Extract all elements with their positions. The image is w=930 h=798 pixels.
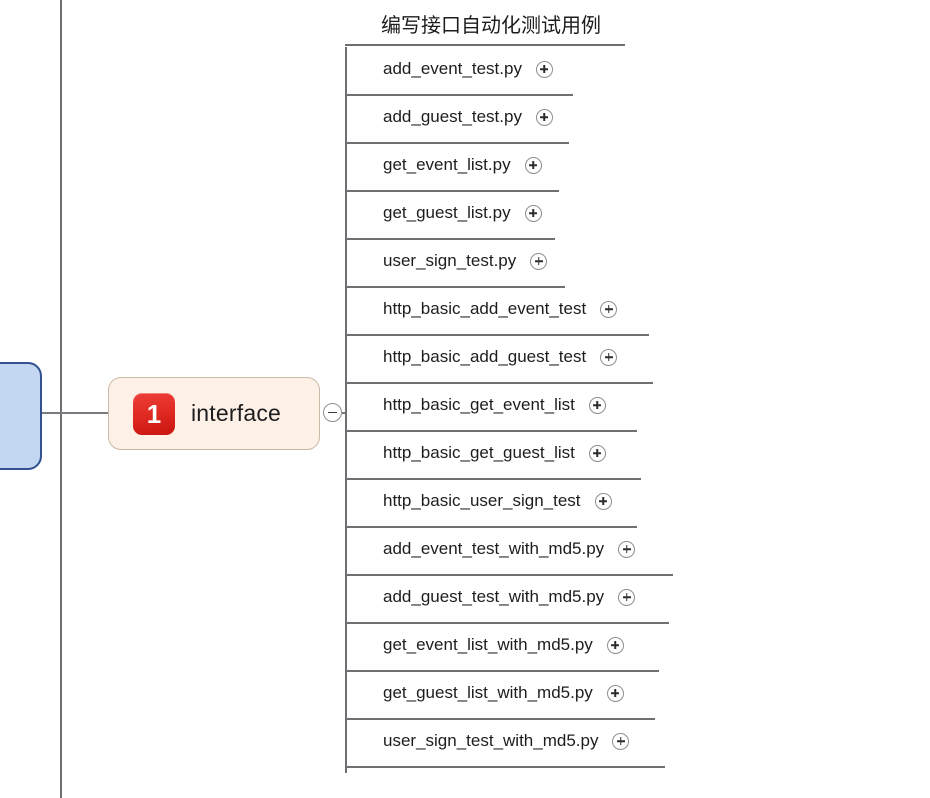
plus-bar-vertical	[620, 737, 622, 745]
list-item[interactable]: http_basic_user_sign_test	[345, 480, 930, 528]
list-item[interactable]: add_event_test_with_md5.py	[345, 528, 930, 576]
plus-bar-vertical	[538, 257, 540, 265]
list-item-label: get_guest_list.py	[383, 203, 511, 222]
plus-circle-icon[interactable]	[606, 636, 624, 654]
plus-circle-icon[interactable]	[588, 396, 606, 414]
list-item-label: add_event_test.py	[383, 59, 522, 78]
list-item-label: get_guest_list_with_md5.py	[383, 683, 593, 702]
list-item[interactable]: http_basic_add_event_test	[345, 288, 930, 336]
plus-circle-icon[interactable]	[612, 732, 630, 750]
list-item-row: user_sign_test_with_md5.py	[345, 726, 630, 756]
list-item-row: add_event_test.py	[345, 54, 553, 84]
plus-bar-vertical	[596, 449, 599, 457]
plus-circle-icon[interactable]	[606, 684, 624, 702]
plus-bar-vertical	[614, 689, 617, 697]
interface-node[interactable]: 1 interface	[108, 377, 320, 450]
plus-bar-vertical	[602, 497, 604, 505]
branch-title: 编写接口自动化测试用例	[381, 15, 601, 37]
list-item[interactable]: user_sign_test_with_md5.py	[345, 720, 930, 768]
plus-circle-icon[interactable]	[524, 156, 542, 174]
list-item-label: http_basic_get_guest_list	[383, 443, 575, 462]
plus-bar-vertical	[596, 401, 599, 409]
plus-circle-icon[interactable]	[618, 588, 636, 606]
plus-circle-icon[interactable]	[594, 492, 612, 510]
plus-circle-icon[interactable]	[535, 108, 553, 126]
list-item[interactable]: http_basic_add_guest_test	[345, 336, 930, 384]
list-item-label: get_event_list_with_md5.py	[383, 635, 593, 654]
plus-bar-vertical	[607, 353, 610, 361]
list-item-label: add_guest_test.py	[383, 107, 522, 126]
list-item-row: get_guest_list_with_md5.py	[345, 678, 624, 708]
list-item-row: add_event_test_with_md5.py	[345, 534, 636, 564]
list-item-label: http_basic_get_event_list	[383, 395, 575, 414]
list-item-label: http_basic_add_event_test	[383, 299, 587, 318]
interface-node-label: interface	[191, 400, 282, 426]
list-item-label: http_basic_user_sign_test	[383, 491, 581, 510]
priority-badge: 1	[133, 392, 175, 435]
list-item[interactable]: add_guest_test.py	[345, 96, 930, 144]
plus-circle-icon[interactable]	[618, 540, 636, 558]
minus-circle-icon[interactable]	[323, 403, 342, 422]
plus-bar-vertical	[543, 65, 546, 73]
plus-circle-icon[interactable]	[600, 348, 618, 366]
plus-bar-vertical	[625, 593, 628, 601]
list-item-label: add_event_test_with_md5.py	[383, 539, 605, 558]
branch-title-block: 编写接口自动化测试用例	[345, 11, 905, 46]
list-item-row: add_guest_test.py	[345, 102, 553, 132]
plus-circle-icon[interactable]	[600, 300, 618, 318]
mindmap-canvas: 1 interface 编写接口自动化测试用例 add_event_test.p…	[0, 0, 930, 798]
list-item-label: get_event_list.py	[383, 155, 511, 174]
list-item[interactable]: http_basic_get_event_list	[345, 384, 930, 432]
plus-bar-vertical	[625, 545, 628, 553]
list-item-rule	[345, 766, 665, 768]
plus-bar-vertical	[532, 209, 534, 217]
plus-circle-icon[interactable]	[524, 204, 542, 222]
list-item-label: add_guest_test_with_md5.py	[383, 587, 605, 606]
list-item-label: http_basic_add_guest_test	[383, 347, 587, 366]
list-item-row: http_basic_get_event_list	[345, 390, 606, 420]
list-item-row: user_sign_test.py	[345, 246, 548, 276]
plus-circle-icon[interactable]	[535, 60, 553, 78]
parent-node[interactable]	[0, 362, 42, 470]
branch-item-list: add_event_test.py add_guest_test.py get_ev…	[345, 48, 930, 768]
list-item-row: get_event_list.py	[345, 150, 542, 180]
list-item[interactable]: user_sign_test.py	[345, 240, 930, 288]
plus-circle-icon[interactable]	[588, 444, 606, 462]
list-item[interactable]: add_guest_test_with_md5.py	[345, 576, 930, 624]
plus-bar-vertical	[543, 113, 546, 121]
list-item-row: http_basic_user_sign_test	[345, 486, 612, 516]
root-spine	[60, 0, 62, 798]
plus-bar-vertical	[614, 641, 617, 649]
list-item-row: add_guest_test_with_md5.py	[345, 582, 636, 612]
list-item[interactable]: add_event_test.py	[345, 48, 930, 96]
plus-bar-vertical	[607, 305, 610, 313]
list-item[interactable]: http_basic_get_guest_list	[345, 432, 930, 480]
list-item-label: user_sign_test_with_md5.py	[383, 731, 599, 750]
list-item-row: get_event_list_with_md5.py	[345, 630, 624, 660]
parent-to-interface-connector	[42, 412, 110, 414]
list-item[interactable]: get_guest_list_with_md5.py	[345, 672, 930, 720]
list-item[interactable]: get_guest_list.py	[345, 192, 930, 240]
list-item-row: get_guest_list.py	[345, 198, 542, 228]
list-item[interactable]: get_event_list_with_md5.py	[345, 624, 930, 672]
plus-bar-vertical	[532, 161, 534, 169]
list-item-row: http_basic_add_event_test	[345, 294, 618, 324]
list-item-label: user_sign_test.py	[383, 251, 517, 270]
list-item-row: http_basic_get_guest_list	[345, 438, 606, 468]
branch-title-rule	[345, 44, 625, 46]
minus-bar	[328, 411, 337, 414]
list-item-row: http_basic_add_guest_test	[345, 342, 618, 372]
list-item[interactable]: get_event_list.py	[345, 144, 930, 192]
plus-circle-icon[interactable]	[530, 252, 548, 270]
